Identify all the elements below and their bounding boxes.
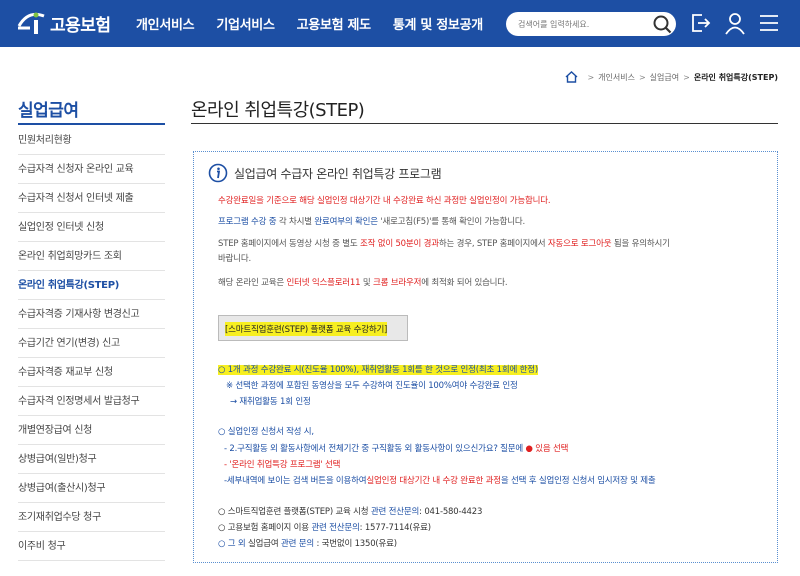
notice-completion: 수강완료일을 기준으로 해당 실업인정 대상기간 내 수강완료 하신 과정만 실…: [218, 196, 551, 206]
notice-text: 크롬 브라우저: [372, 278, 422, 288]
breadcrumb-item[interactable]: 개인서비스: [598, 72, 635, 83]
breadcrumb-separator: >: [683, 72, 690, 82]
notice-text: 프로그램 수강 중: [218, 217, 277, 227]
notice-text: 에 최적화 되어 있습니다.: [421, 278, 508, 288]
sidebar-item[interactable]: 이주비 청구: [18, 532, 165, 561]
search-box: [506, 12, 676, 36]
breadcrumb-separator: >: [587, 72, 595, 82]
notice-text: 완료여부의 확인은: [314, 217, 378, 227]
sidebar-item[interactable]: 개별연장급여 신청: [18, 416, 165, 445]
top-header: 고용보험 개인서비스 기업서비스 고용보험 제도 통계 및 정보공개: [0, 0, 800, 47]
notice-logout: STEP 홈페이지에서 동영상 시청 중 별도 조작 없이 50분이 경과하는 …: [218, 237, 670, 249]
notice-text: 각 차시별: [276, 217, 315, 227]
contact-homepage: ○ 고용보험 홈페이지 이용 관련 전산문의: 1577-7114(유료): [218, 521, 431, 533]
sidebar-item[interactable]: 수급자격 신청서 인터넷 제출: [18, 184, 165, 213]
recognition-subnote: ※ 선택한 과정에 포함된 동영상을 모두 수강하여 진도율이 100%여야 수…: [226, 381, 518, 391]
sidebar-item[interactable]: 실업인정 인터넷 신청: [18, 213, 165, 242]
notice-text: 해당 온라인 교육은: [218, 278, 287, 288]
info-box: 실업급여 수급자 온라인 취업특강 프로그램 수강완료일을 기준으로 해당 실업…: [193, 151, 778, 563]
sidebar-item[interactable]: 수급자격 인정명세서 발급청구: [18, 387, 165, 416]
notice-refresh: 프로그램 수강 중 각 차시별 완료여부의 확인은 '새로고침(F5)'를 통해…: [218, 215, 525, 227]
sidebar-item[interactable]: 상병급여(출산시)청구: [18, 474, 165, 503]
page-title-divider: [191, 123, 778, 124]
breadcrumb-current: 온라인 취업특강(STEP): [693, 72, 778, 82]
contact-text: : 041-580-4423: [419, 507, 483, 517]
application-text: 실업인정 대상기간 내 수강 완료한 과정: [366, 476, 501, 486]
sidebar-title: 실업급여: [18, 101, 79, 121]
application-step-2: - '온라인 취업특강 프로그램' 선택: [224, 458, 340, 470]
contact-text: ○ 고용보험 홈페이지 이용: [218, 523, 312, 533]
sidebar-menu: 민원처리현황 수급자격 신청자 온라인 교육 수급자격 신청서 인터넷 제출 실…: [18, 126, 165, 561]
red-dot-icon: ●: [525, 444, 533, 454]
nav-business-services[interactable]: 기업서비스: [216, 14, 275, 33]
notice-text: 자동으로 로그아웃: [547, 239, 612, 249]
logout-icon[interactable]: [688, 11, 712, 35]
contact-text: 관련 문의: [280, 539, 314, 549]
page-title: 온라인 취업특강(STEP): [191, 100, 365, 121]
logo-text: 고용보험: [50, 15, 111, 36]
logo-icon: [17, 12, 45, 34]
notice-text: 인터넷 익스플로러11: [286, 278, 361, 288]
box-heading: 실업급여 수급자 온라인 취업특강 프로그램: [208, 163, 442, 183]
breadcrumb: > 개인서비스 > 실업급여 > 온라인 취업특강(STEP): [565, 71, 778, 83]
menu-icon[interactable]: [757, 11, 781, 35]
application-step-3: -세부내역에 보이는 검색 버튼을 이용하여실업인정 대상기간 내 수강 완료한…: [224, 474, 656, 486]
contact-text: : 국번없이 1350(유료): [313, 539, 397, 549]
sidebar-item[interactable]: 상병급여(일반)청구: [18, 445, 165, 474]
logo[interactable]: 고용보험: [14, 8, 111, 38]
sidebar-item[interactable]: 수급자격증 재교부 신청: [18, 358, 165, 387]
notice-browser: 해당 온라인 교육은 인터넷 익스플로러11 및 크롬 브라우저에 최적화 되어…: [218, 276, 508, 288]
nav-statistics[interactable]: 통계 및 정보공개: [393, 14, 483, 33]
recognition-note: ○ 1개 과정 수강완료 시(진도율 100%), 재취업활동 1회를 한 것으…: [218, 363, 538, 375]
recognition-text: ○ 1개 과정 수강완료 시(진도율 100%), 재취업활동 1회를 한 것으…: [218, 365, 538, 375]
sidebar-item[interactable]: 수급자격증 기재사항 변경신고: [18, 300, 165, 329]
nav-personal-services[interactable]: 개인서비스: [136, 14, 195, 33]
contact-text: : 1577-7114(유료): [359, 523, 431, 533]
contact-text: 실업급여: [245, 539, 281, 549]
notice-text: STEP 홈페이지에서 동영상 시청 중 별도: [218, 239, 360, 249]
search-input[interactable]: [518, 16, 648, 32]
notice-text: '새로고침(F5)'를 통해 확인이 가능합니다.: [377, 217, 526, 227]
notice-text: 및: [360, 278, 373, 288]
sidebar-item[interactable]: 온라인 취업희망카드 조회: [18, 242, 165, 271]
sidebar-item[interactable]: 조기재취업수당 청구: [18, 503, 165, 532]
notice-text: 됨을 유의하시기: [611, 239, 670, 249]
application-text: -세부내역에 보이는 검색 버튼을 이용하여: [224, 476, 367, 486]
sidebar-item[interactable]: 수급기간 연기(변경) 신고: [18, 329, 165, 358]
contact-other: ○ 그 외 실업급여 관련 문의 : 국번없이 1350(유료): [218, 537, 397, 549]
application-text: - 2.구직활동 외 활동사항에서 전체기간 중 구직활동 외 활동사항이 있으…: [224, 444, 526, 454]
search-icon[interactable]: [651, 13, 673, 35]
application-text: 을 선택 후 실업인정 신청서 임시저장 및 제출: [500, 476, 656, 486]
recognition-result: → 재취업활동 1회 인정: [230, 397, 311, 407]
sidebar-item-active[interactable]: 온라인 취업특강(STEP): [18, 271, 165, 300]
breadcrumb-item[interactable]: 실업급여: [650, 72, 679, 83]
application-note: ○ 실업인정 신청서 작성 시,: [218, 427, 314, 437]
box-title: 실업급여 수급자 온라인 취업특강 프로그램: [234, 166, 442, 181]
contact-text: ○ 스마트직업훈련 플랫폼(STEP) 교육 시청: [218, 507, 371, 517]
contact-text: 관련 전산문의: [370, 507, 420, 517]
sidebar-item[interactable]: 수급자격 신청자 온라인 교육: [18, 155, 165, 184]
contact-text: ○ 그 외: [218, 539, 246, 549]
home-icon[interactable]: [565, 71, 578, 83]
application-text: - '온라인 취업특강 프로그램' 선택: [224, 460, 341, 470]
user-icon[interactable]: [723, 11, 747, 35]
notice-text: 조작 없이 50분이 경과: [359, 239, 439, 249]
step-course-button[interactable]: [스마트직업훈련(STEP) 플랫폼 교육 수강하기]: [218, 315, 408, 341]
contact-text: 관련 전산문의: [311, 523, 360, 533]
sidebar-divider: [18, 123, 165, 125]
nav-insurance-system[interactable]: 고용보험 제도: [297, 14, 371, 33]
application-step-1: - 2.구직활동 외 활동사항에서 전체기간 중 구직활동 외 활동사항이 있으…: [224, 442, 568, 454]
application-text: 있음 선택: [532, 444, 569, 454]
sidebar-item[interactable]: 민원처리현황: [18, 126, 165, 155]
step-course-button-label: [스마트직업훈련(STEP) 플랫폼 교육 수강하기]: [225, 322, 387, 336]
info-icon: [208, 163, 228, 183]
notice-logout-cont: 바랍니다.: [218, 254, 251, 264]
contact-step: ○ 스마트직업훈련 플랫폼(STEP) 교육 시청 관련 전산문의: 041-5…: [218, 505, 482, 517]
notice-text: 하는 경우, STEP 홈페이지에서: [438, 239, 548, 249]
main-nav: 개인서비스 기업서비스 고용보험 제도 통계 및 정보공개: [136, 0, 505, 47]
breadcrumb-separator: >: [638, 72, 646, 82]
